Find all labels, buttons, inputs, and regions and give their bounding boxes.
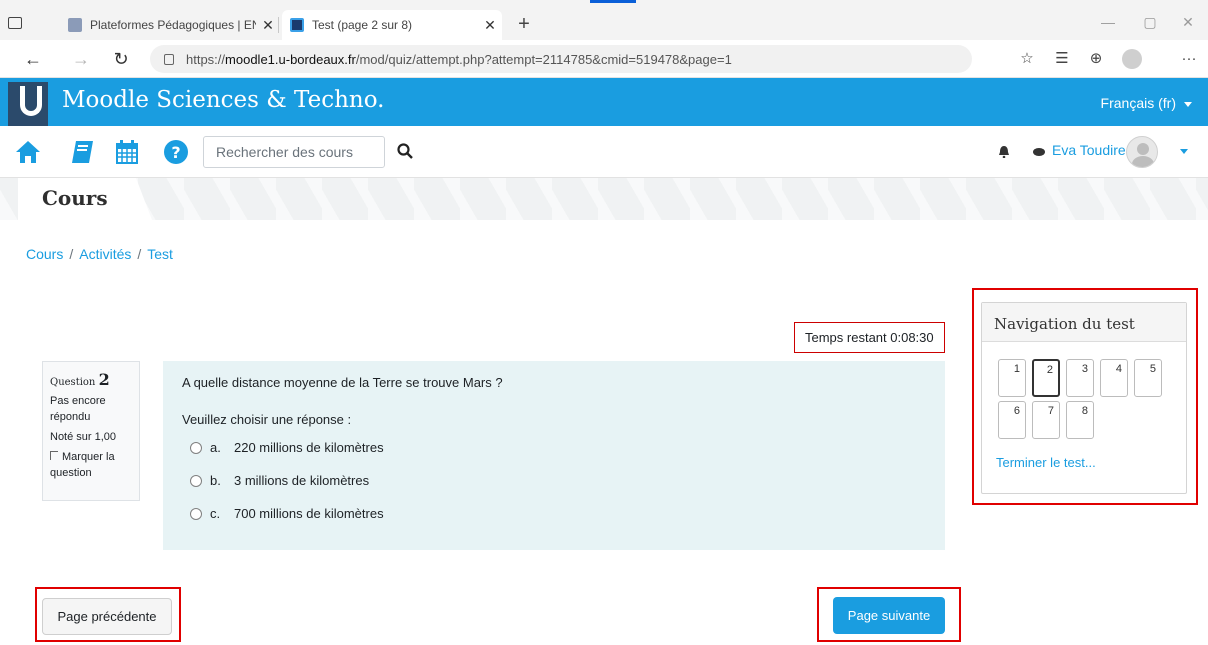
breadcrumb-separator: / [137,246,142,262]
quiz-navigation-title: Navigation du test [982,303,1186,342]
tab-drag-indicator [590,0,636,3]
answer-text: 700 millions de kilomètres [234,506,384,521]
browser-tab-plateformes[interactable]: Plateformes Pédagogiques | ENT ✕ [60,10,280,40]
question-grade: Noté sur 1,00 [50,431,117,443]
main-navbar: ? Rechercher des cours Eva Toudire [0,126,1208,178]
favorites-list-icon[interactable]: ☰ [1048,47,1076,71]
home-icon[interactable] [14,138,42,166]
close-window-icon[interactable]: ✕ [1168,10,1208,34]
flag-question-link[interactable]: Marquer la question [50,449,132,481]
new-tab-icon[interactable]: + [512,10,536,38]
message-icon[interactable] [1033,148,1045,156]
question-status: Pas encore répondu [50,395,106,423]
radio-button[interactable] [190,441,202,454]
question-button-2[interactable]: 2 [1032,359,1060,397]
answer-letter: a. [210,440,221,455]
question-button-8[interactable]: 8 [1066,401,1094,439]
calendar-icon[interactable] [113,138,141,166]
language-menu[interactable]: Français (fr) [1101,95,1192,111]
site-header: Moodle Sciences & Techno. Français (fr) [0,78,1208,126]
question-number-label: Question 2 [50,370,110,389]
user-name[interactable]: Eva Toudire [1052,142,1126,158]
next-page-button[interactable]: Page suivante [833,597,945,634]
answer-letter: b. [210,473,221,488]
search-icon[interactable] [396,142,414,160]
answer-letter: c. [210,506,221,521]
url-path: /mod/quiz/attempt.php?attempt=2114785&cm… [355,51,732,67]
flag-label: Marquer la question [50,451,115,479]
user-menu-chevron-icon[interactable] [1180,149,1188,154]
question-number: 2 [98,370,110,389]
url-prefix: https:// [186,51,226,67]
breadcrumb-activites[interactable]: Activités [79,246,131,262]
address-bar: ← → ↻ https://moodle1.u-bordeaux.fr/mod/… [0,40,1208,78]
breadcrumb-test[interactable]: Test [147,246,173,262]
question-button-3[interactable]: 3 [1066,359,1094,397]
profile-icon[interactable] [1122,49,1142,69]
maximize-icon[interactable]: ▢ [1130,10,1170,34]
chevron-down-icon [1184,101,1192,107]
plateformes-favicon-icon [68,18,82,32]
course-search-input[interactable]: Rechercher des cours [203,136,385,168]
page-header: Cours [0,178,1208,220]
language-label: Français (fr) [1100,95,1176,111]
bell-icon[interactable] [998,146,1010,158]
refresh-icon[interactable]: ↻ [108,47,134,71]
page-title: Cours [42,186,108,210]
question-text: A quelle distance moyenne de la Terre se… [182,375,503,390]
time-remaining: Temps restant 0:08:30 [794,322,945,353]
tab-title: Test (page 2 sur 8) [312,18,413,32]
favorite-star-icon[interactable]: ☆ [1013,47,1041,71]
previous-page-button[interactable]: Page précédente [42,598,172,635]
answer-option-c[interactable]: c. 700 millions de kilomètres [182,506,926,521]
site-logo[interactable] [8,82,48,126]
lock-icon [164,53,174,65]
svg-text:?: ? [171,143,180,162]
question-info: Question 2 Pas encore répondu Noté sur 1… [42,361,140,501]
question-button-7[interactable]: 7 [1032,401,1060,439]
answer-prompt: Veuillez choisir une réponse : [182,412,352,427]
answer-option-b[interactable]: b. 3 millions de kilomètres [182,473,926,488]
browser-tab-bar: Plateformes Pédagogiques | ENT ✕ Test (p… [0,0,1208,40]
tab-separator [278,17,279,33]
breadcrumb-separator: / [69,246,74,262]
flag-icon [50,451,58,460]
page-title-tab: Cours [18,178,152,220]
book-icon[interactable] [68,138,96,166]
browser-tab-test[interactable]: Test (page 2 sur 8) ✕ [282,10,502,40]
site-name[interactable]: Moodle Sciences & Techno. [62,87,384,113]
forward-icon[interactable]: → [68,47,94,71]
collections-icon[interactable]: ⊕ [1082,47,1110,71]
question-content: A quelle distance moyenne de la Terre se… [163,361,945,550]
tab-title: Plateformes Pédagogiques | ENT [90,18,256,32]
close-tab-icon[interactable]: ✕ [256,17,280,34]
answer-text: 3 millions de kilomètres [234,473,370,488]
url-host: moodle1.u-bordeaux.fr [225,51,356,67]
question-button-1[interactable]: 1 [998,359,1026,397]
breadcrumb: Cours / Activités / Test [26,246,173,262]
more-icon[interactable]: ··· [1175,47,1203,71]
radio-button[interactable] [190,474,202,487]
quiz-navigation-block: Navigation du test 1 2 3 4 5 6 7 8 Termi… [981,302,1187,494]
question-button-5[interactable]: 5 [1134,359,1162,397]
url-field[interactable]: https://moodle1.u-bordeaux.fr/mod/quiz/a… [150,45,972,73]
finish-attempt-link[interactable]: Terminer le test... [996,455,1096,470]
avatar[interactable] [1126,136,1158,168]
back-icon[interactable]: ← [20,47,46,71]
minimize-icon[interactable]: — [1088,10,1128,34]
tab-actions-icon[interactable] [8,17,22,29]
breadcrumb-cours[interactable]: Cours [26,246,63,262]
question-button-6[interactable]: 6 [998,401,1026,439]
answer-option-a[interactable]: a. 220 millions de kilomètres [182,440,926,455]
close-tab-icon[interactable]: ✕ [478,17,502,34]
answer-text: 220 millions de kilomètres [234,440,384,455]
moodle-favicon-icon [290,18,304,32]
question-button-4[interactable]: 4 [1100,359,1128,397]
radio-button[interactable] [190,507,202,520]
help-icon[interactable]: ? [162,138,190,166]
